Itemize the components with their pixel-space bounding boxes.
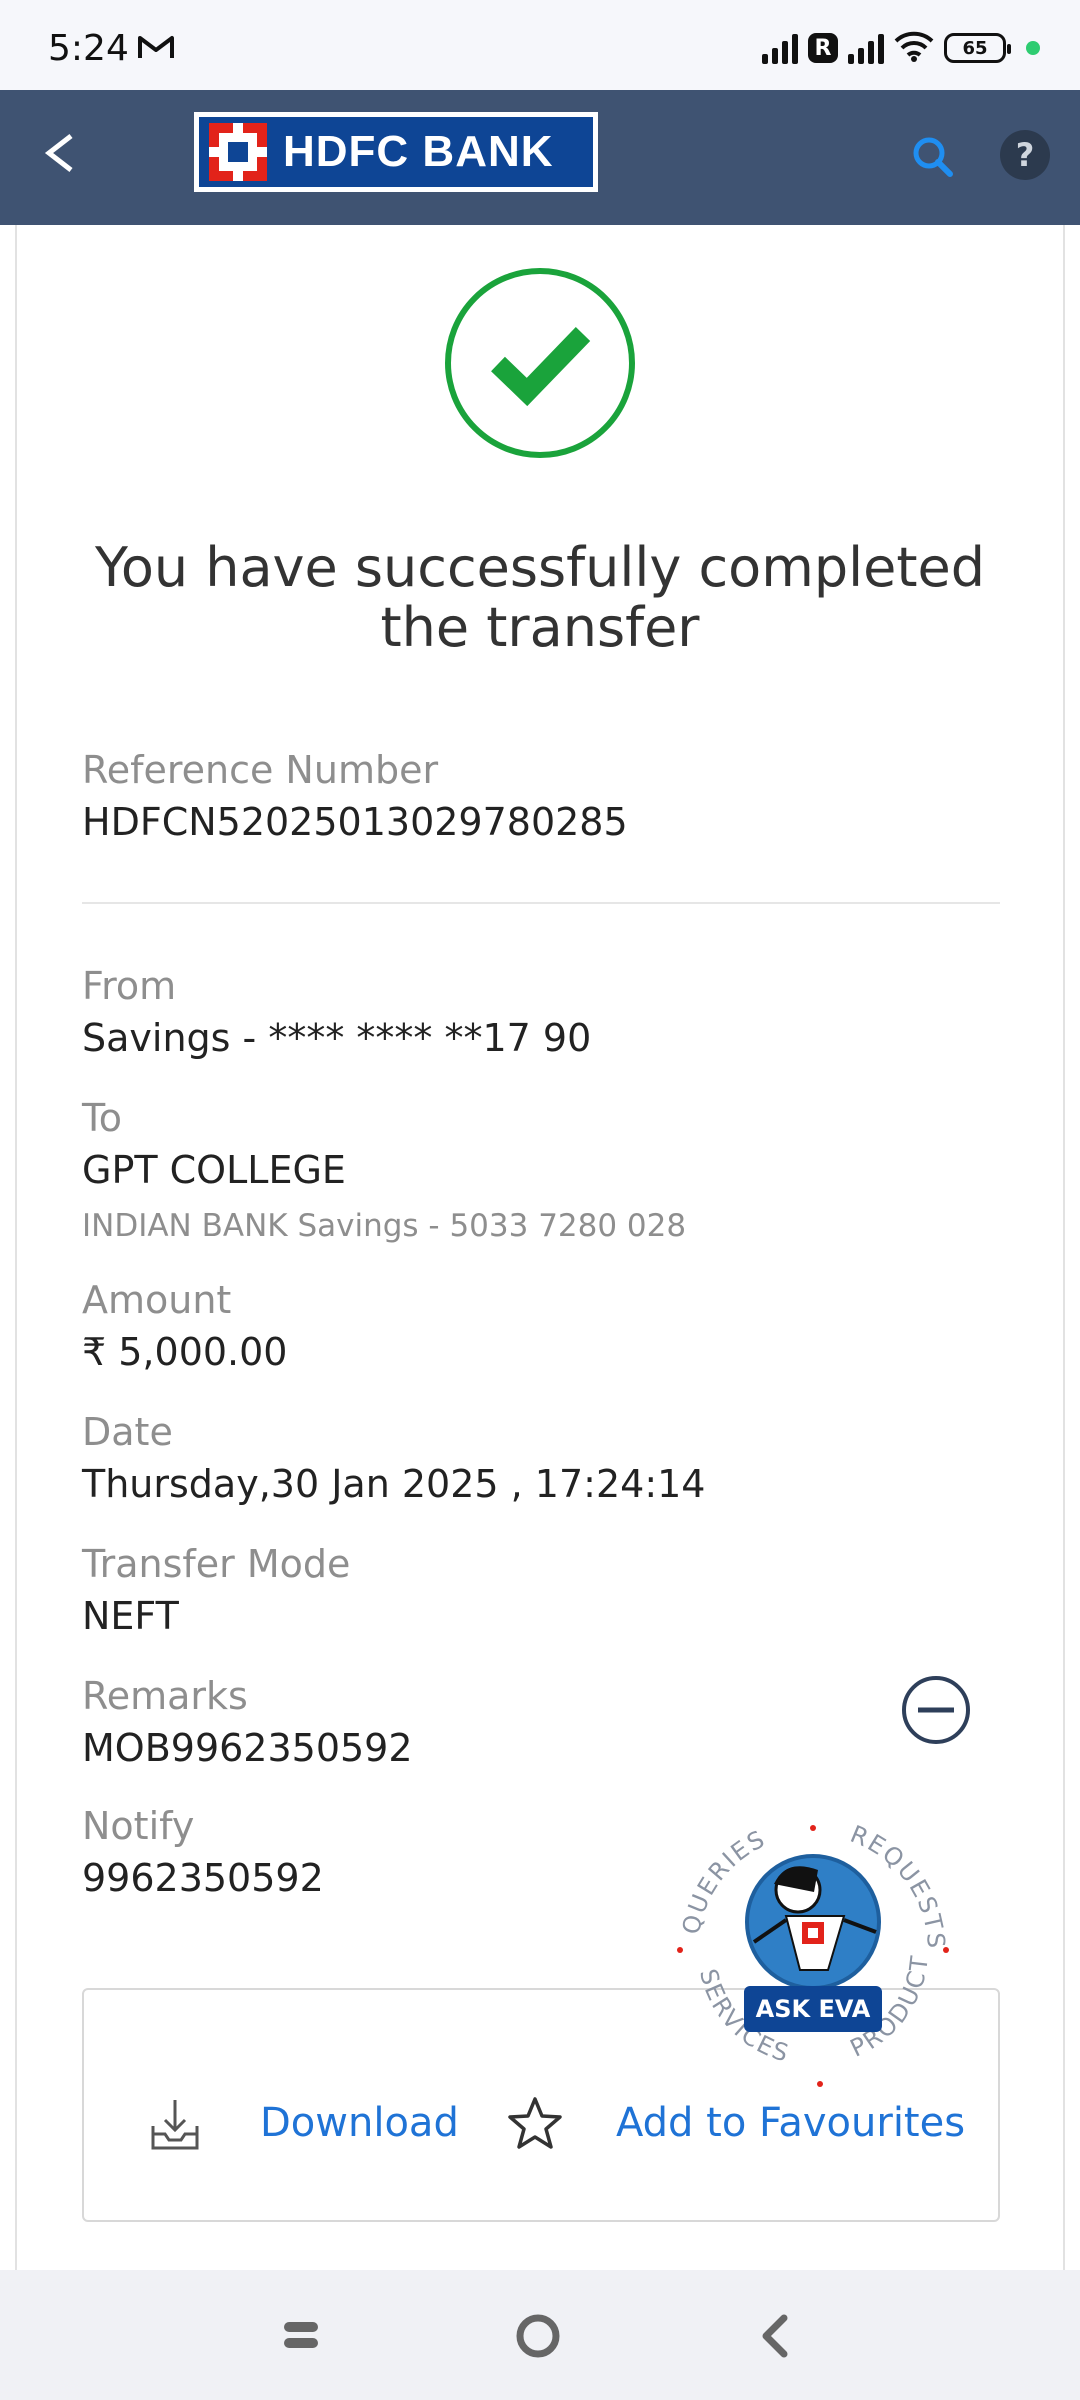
- reference-value: HDFCN52025013029780285: [82, 800, 628, 844]
- status-indicators: R 65: [762, 28, 1040, 68]
- check-circle-icon: [445, 268, 635, 458]
- system-back-button[interactable]: [756, 2312, 792, 2360]
- hdfc-mark-icon: [209, 123, 267, 181]
- amount-label: Amount: [82, 1278, 232, 1322]
- signal-icon: [762, 32, 798, 64]
- notify-value: 9962350592: [82, 1856, 324, 1900]
- remarks-value: MOB9962350592: [82, 1726, 413, 1770]
- transfer-mode-value: NEFT: [82, 1594, 179, 1638]
- date-label: Date: [82, 1410, 173, 1454]
- from-label: From: [82, 964, 177, 1008]
- from-value: Savings - **** **** **17 90: [82, 1016, 592, 1060]
- date-value: Thursday,30 Jan 2025 , 17:24:14: [82, 1462, 706, 1506]
- reference-label: Reference Number: [82, 748, 439, 792]
- recent-apps-button[interactable]: [282, 2316, 320, 2354]
- privacy-indicator: [1026, 41, 1040, 55]
- to-label: To: [82, 1096, 123, 1140]
- status-bar: 5:24 R 65: [0, 0, 1080, 90]
- favourite-button-icon[interactable]: [505, 2094, 565, 2154]
- status-time: 5:24: [48, 28, 129, 69]
- collapse-button[interactable]: [900, 1674, 972, 1746]
- to-value: GPT COLLEGE: [82, 1148, 346, 1192]
- remarks-label: Remarks: [82, 1674, 248, 1718]
- back-button[interactable]: [24, 118, 94, 188]
- download-button[interactable]: Download: [260, 2100, 459, 2146]
- back-icon: [762, 2314, 788, 2358]
- star-icon: [508, 2097, 562, 2149]
- minus-circle-icon: [902, 1676, 970, 1744]
- battery-icon: 65: [944, 33, 1011, 63]
- download-button-icon[interactable]: [145, 2096, 205, 2156]
- to-account-detail: INDIAN BANK Savings - 5033 7280 028: [82, 1208, 687, 1244]
- search-icon: [913, 137, 953, 177]
- home-button[interactable]: [514, 2312, 562, 2360]
- hdfc-logo: HDFC BANK: [194, 112, 598, 192]
- help-button[interactable]: ?: [1000, 130, 1050, 180]
- success-message: You have successfully completed the tran…: [95, 536, 985, 659]
- home-icon: [516, 2314, 560, 2358]
- wifi-icon: [894, 30, 934, 66]
- add-to-favourites-button[interactable]: Add to Favourites: [616, 2100, 965, 2146]
- transfer-mode-label: Transfer Mode: [82, 1542, 351, 1586]
- amount-value: ₹ 5,000.00: [82, 1330, 288, 1374]
- signal-icon-2: [848, 32, 884, 64]
- notify-label: Notify: [82, 1804, 195, 1848]
- ask-eva-label: ASK EVA: [756, 1995, 871, 2023]
- recent-apps-icon: [284, 2322, 318, 2348]
- divider: [82, 902, 1000, 904]
- download-icon: [151, 2100, 199, 2150]
- gmail-icon: [136, 32, 176, 66]
- ask-eva-widget[interactable]: QUERIES REQUESTS PRODUCTS SERVICES ASK E…: [668, 1800, 958, 2100]
- bank-name: HDFC BANK: [283, 127, 554, 176]
- network-badge: R: [808, 33, 838, 63]
- search-button[interactable]: [906, 130, 960, 184]
- chevron-left-icon: [44, 134, 73, 172]
- app-header: HDFC BANK ?: [0, 90, 1080, 225]
